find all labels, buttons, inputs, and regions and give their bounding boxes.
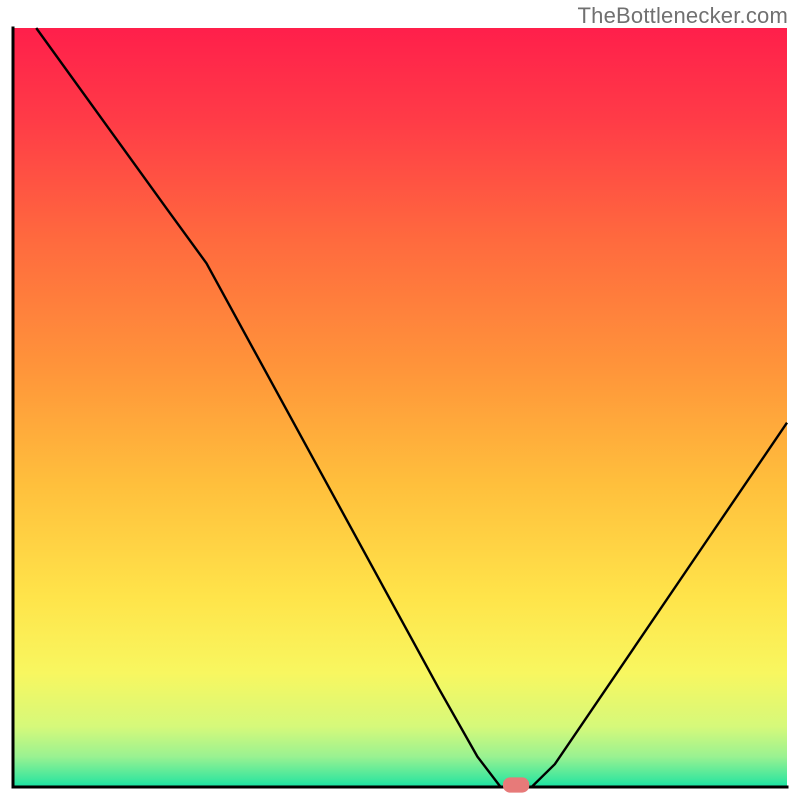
plot-background xyxy=(13,28,787,787)
watermark-text: TheBottlenecker.com xyxy=(578,3,788,29)
optimal-marker xyxy=(503,777,529,792)
bottleneck-chart: TheBottlenecker.com xyxy=(0,0,800,800)
chart-svg xyxy=(0,0,800,800)
